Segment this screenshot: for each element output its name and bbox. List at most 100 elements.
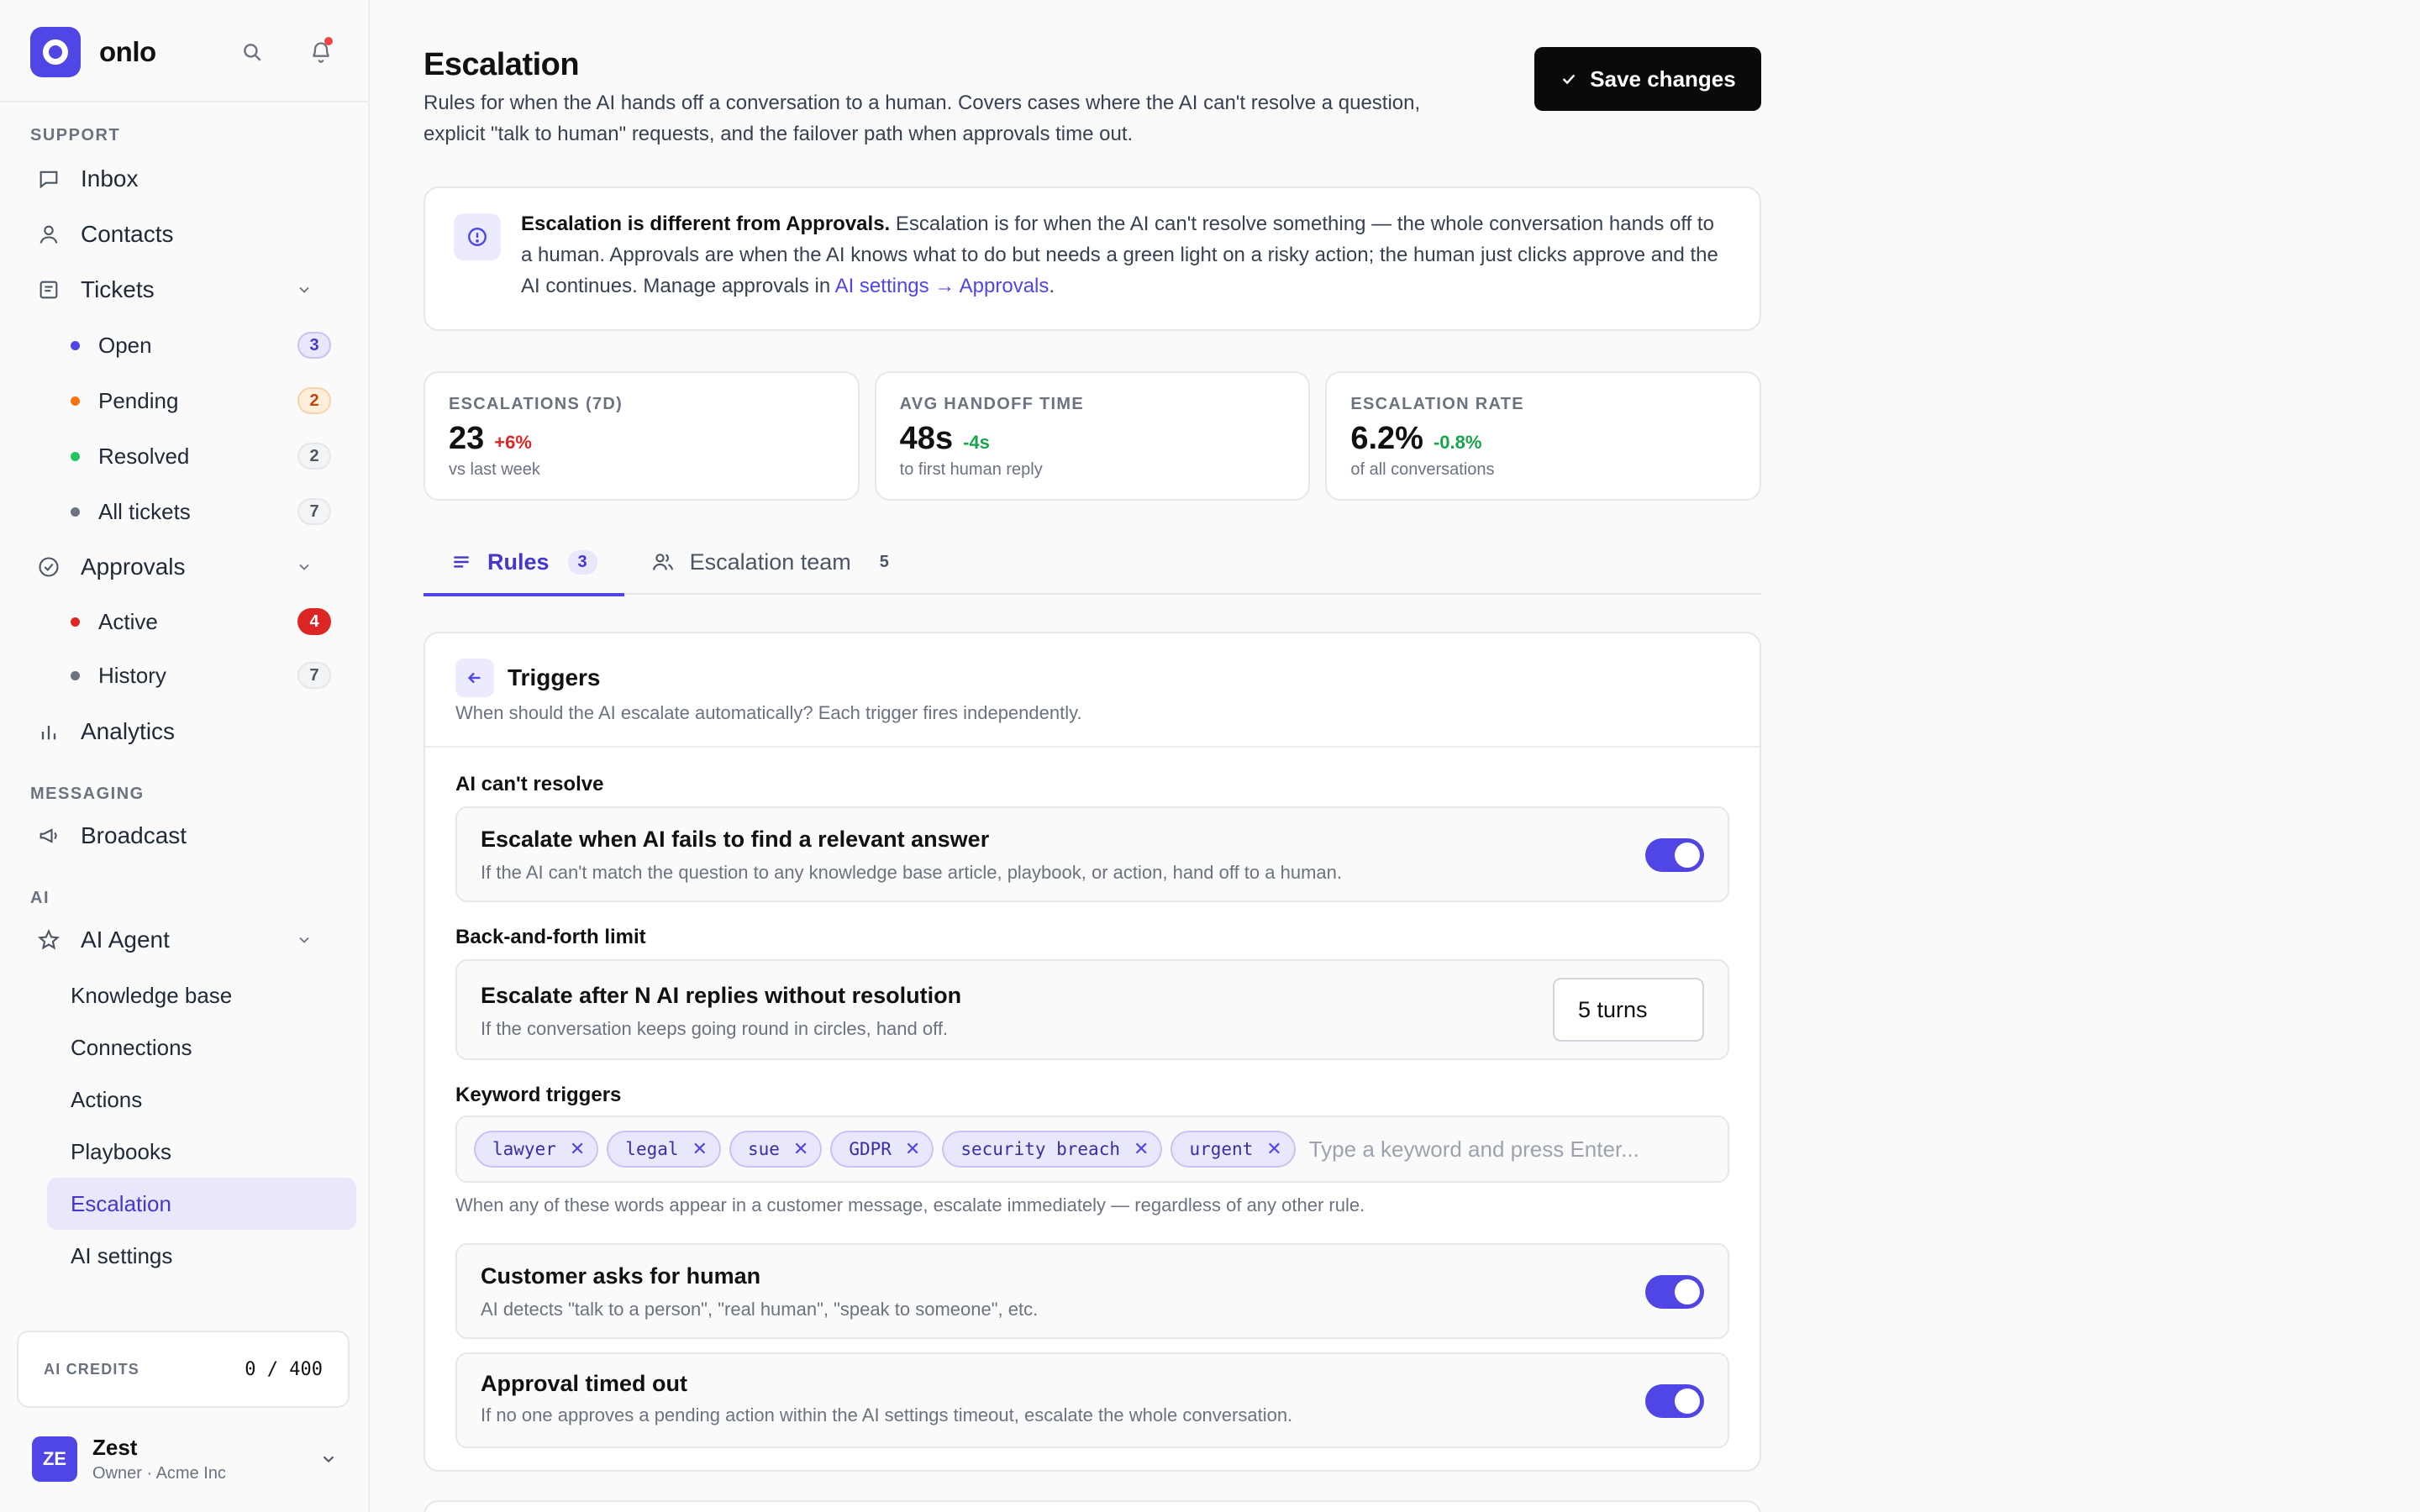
remove-icon[interactable]: ✕ — [570, 1139, 585, 1160]
status-dot — [71, 396, 80, 406]
star-icon — [37, 928, 60, 950]
keyword-help-text: When any of these words appear in a cust… — [455, 1194, 1365, 1215]
keyword-chip: sue ✕ — [729, 1131, 823, 1168]
sidebar-item-pending[interactable]: Pending 2 — [0, 373, 368, 428]
sidebar-item-escalation[interactable]: Escalation — [47, 1178, 356, 1230]
stat-subtext: to first human reply — [899, 460, 1043, 479]
stat-value: 48s — [899, 421, 954, 456]
count-badge: 2 — [297, 387, 331, 414]
stat-card-escalation-rate: ESCALATION RATE 6.2% -0.8% of all conver… — [1325, 371, 1762, 501]
stat-subtext: vs last week — [449, 460, 540, 479]
sidebar-item-active[interactable]: Active 4 — [0, 595, 368, 648]
avatar: ZE — [32, 1436, 77, 1482]
approval-timeout-toggle[interactable] — [1645, 1384, 1704, 1418]
stat-value: 6.2% — [1350, 421, 1423, 456]
keyword-input-box[interactable]: lawyer ✕ legal ✕ sue ✕ GDPR ✕ security breac… — [455, 1116, 1729, 1183]
remove-icon[interactable]: ✕ — [1134, 1139, 1149, 1160]
tab-count: 3 — [567, 549, 597, 575]
rule-description: AI detects "talk to a person", "real hum… — [481, 1299, 1039, 1320]
chevron-down-icon[interactable] — [319, 1450, 338, 1468]
sidebar-item-label: Analytics — [81, 718, 176, 744]
check-circle-icon — [39, 557, 59, 577]
rule-title: Customer asks for human — [481, 1263, 761, 1289]
user-icon — [39, 225, 58, 244]
sidebar-item-playbooks[interactable]: Playbooks — [0, 1126, 368, 1178]
rule-row-approval-timeout: Approval timed out If no one approves a … — [455, 1352, 1729, 1448]
bell-icon[interactable] — [304, 35, 338, 69]
rule-title: Escalate when AI fails to find a relevan… — [481, 827, 990, 852]
user-name: Zest — [92, 1435, 138, 1460]
keyword-input[interactable]: Type a keyword and press Enter... — [1309, 1137, 1639, 1163]
sidebar-item-label: History — [98, 662, 166, 688]
sidebar-item-inbox[interactable]: Inbox — [0, 151, 368, 207]
user-role: Owner · Acme Inc — [92, 1464, 226, 1483]
rule-title: Approval timed out — [481, 1371, 688, 1396]
rule-description: If no one approves a pending action with… — [481, 1404, 1293, 1425]
sidebar-item-knowledge-base[interactable]: Knowledge base — [0, 969, 368, 1021]
sidebar-item-connections[interactable]: Connections — [0, 1021, 368, 1074]
megaphone-icon — [39, 828, 57, 843]
stat-subtext: of all conversations — [1350, 460, 1495, 479]
sidebar-item-approvals[interactable]: Approvals — [0, 539, 368, 595]
sidebar-item-label: Tickets — [81, 276, 155, 302]
sidebar-item-all-tickets[interactable]: All tickets 7 — [0, 484, 368, 539]
group-label-cant-resolve: AI can't resolve — [455, 773, 604, 795]
turns-input[interactable]: 5 turns — [1553, 978, 1704, 1042]
stat-delta: -0.8% — [1433, 432, 1482, 453]
section-label-messaging: MESSAGING — [30, 785, 145, 803]
sidebar-item-label: Contacts — [81, 221, 174, 247]
brand[interactable]: onlo — [30, 27, 156, 77]
triggers-card: Triggers When should the AI escalate aut… — [424, 632, 1761, 1472]
sidebar-item-broadcast[interactable]: Broadcast — [0, 806, 368, 865]
approvals-settings-link[interactable]: AI settings → Approvals — [835, 275, 1050, 297]
rule-description: If the AI can't match the question to an… — [481, 862, 1342, 883]
tab-escalation-team[interactable]: Escalation team 5 — [624, 529, 926, 595]
sidebar-item-tickets[interactable]: Tickets — [0, 262, 368, 318]
sidebar-item-open[interactable]: Open 3 — [0, 318, 368, 373]
sidebar-item-label: Active — [98, 608, 158, 634]
tab-rules[interactable]: Rules 3 — [424, 529, 624, 596]
keyword-chip: security breach ✕ — [942, 1131, 1163, 1168]
sidebar-item-ai-settings[interactable]: AI settings — [0, 1230, 368, 1282]
status-dot — [71, 617, 80, 627]
fail-answer-toggle[interactable] — [1645, 838, 1704, 872]
sidebar-item-ai-agent[interactable]: AI Agent — [0, 911, 368, 969]
sidebar-item-resolved[interactable]: Resolved 2 — [0, 428, 368, 484]
remove-icon[interactable]: ✕ — [905, 1139, 920, 1160]
status-dot — [71, 340, 80, 350]
count-badge: 3 — [297, 332, 331, 359]
sidebar-item-actions[interactable]: Actions — [0, 1074, 368, 1126]
remove-icon[interactable]: ✕ — [793, 1139, 808, 1160]
sidebar-item-history[interactable]: History 7 — [0, 648, 368, 702]
ask-human-toggle[interactable] — [1645, 1275, 1704, 1309]
tab-label: Rules — [487, 549, 550, 575]
check-icon — [1563, 74, 1576, 85]
sidebar-item-label: Approvals — [81, 554, 186, 580]
chevron-down-icon[interactable] — [296, 559, 313, 575]
brand-name: onlo — [99, 36, 156, 67]
chevron-down-icon[interactable] — [296, 281, 313, 298]
rule-row-ask-human: Customer asks for human AI detects "talk… — [455, 1243, 1729, 1339]
group-label-back-forth: Back-and-forth limit — [455, 926, 646, 948]
save-button[interactable]: Save changes — [1534, 47, 1761, 111]
user-menu[interactable]: ZE Zest Owner · Acme Inc — [32, 1435, 338, 1483]
search-icon[interactable] — [235, 35, 269, 69]
keyword-chip: GDPR ✕ — [830, 1131, 934, 1168]
sidebar-item-analytics[interactable]: Analytics — [0, 702, 368, 761]
remove-icon[interactable]: ✕ — [1266, 1139, 1281, 1160]
count-badge: 2 — [297, 443, 331, 470]
keyword-chip: lawyer ✕ — [474, 1131, 599, 1168]
card-description: When should the AI escalate automaticall… — [455, 702, 1082, 723]
keyword-chip: urgent ✕ — [1171, 1131, 1296, 1168]
remove-icon[interactable]: ✕ — [692, 1139, 708, 1160]
stat-value: 23 — [449, 421, 485, 456]
notification-dot — [324, 37, 333, 45]
count-badge: 7 — [297, 662, 331, 689]
onlo-logo-icon — [30, 27, 81, 77]
info-bold: Escalation is different from Approvals. — [521, 213, 891, 235]
sidebar-item-label: All tickets — [98, 498, 191, 524]
save-button-label: Save changes — [1590, 66, 1736, 92]
inbox-icon — [39, 171, 58, 189]
sidebar-item-contacts[interactable]: Contacts — [0, 207, 368, 262]
chevron-down-icon[interactable] — [296, 932, 313, 948]
